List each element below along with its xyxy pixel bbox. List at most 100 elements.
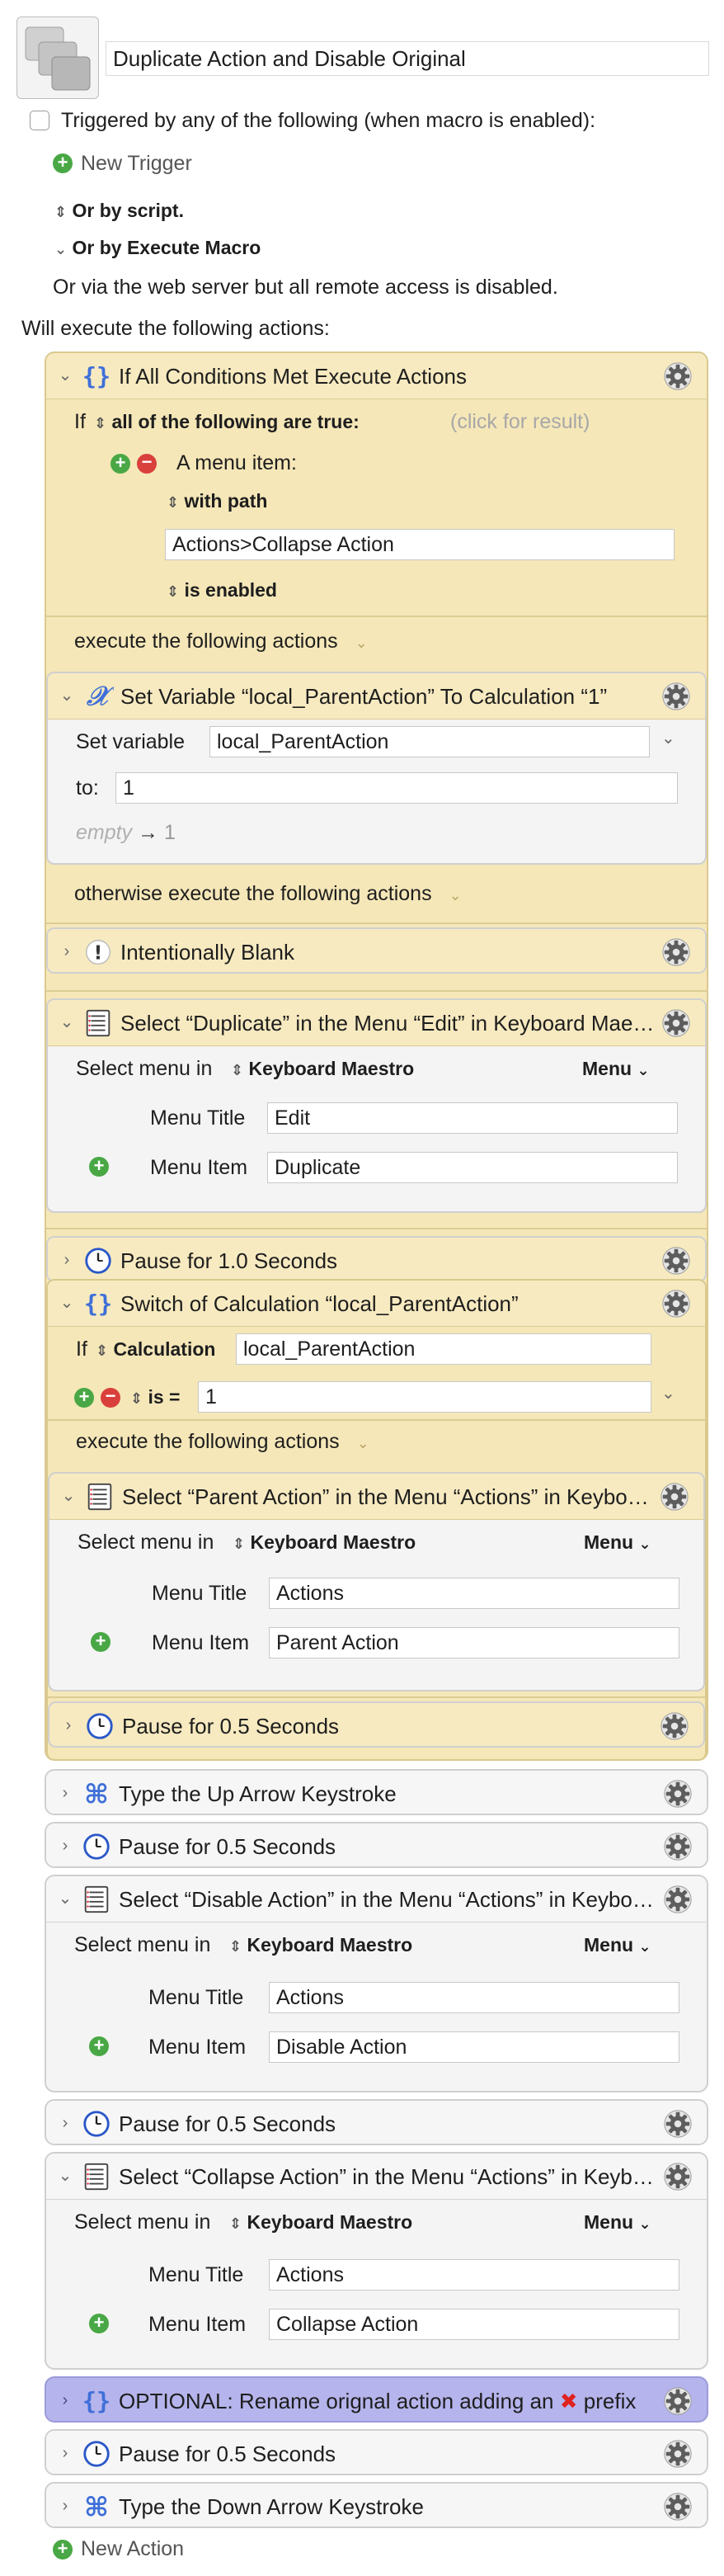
chevron-right-icon[interactable]: › [54,2442,76,2464]
app-popup[interactable]: ⇕ Keyboard Maestro [233,1530,416,1556]
gear-icon[interactable] [662,361,693,392]
add-condition-icon[interactable]: + [110,454,130,474]
macro-name-input[interactable]: Duplicate Action and Disable Original [106,41,709,76]
gear-icon[interactable] [661,1245,692,1276]
app-popup[interactable]: ⇕ Keyboard Maestro [231,1056,414,1083]
chevron-right-icon[interactable]: › [54,2495,76,2517]
click-for-result[interactable]: (click for result) [450,409,590,434]
gear-icon[interactable] [662,2108,693,2140]
calculation-input[interactable]: local_ParentAction [236,1333,651,1365]
menu-item-input[interactable]: Parent Action [269,1627,679,1658]
gear-icon[interactable] [662,1884,693,1915]
pause-header[interactable]: › Pause for 0.5 Seconds [46,1823,707,1866]
select-parent-header[interactable]: ⌄ Select “Parent Action” in the Menu “Ac… [49,1474,703,1520]
type-up-action[interactable]: › Type the Up Arrow Keystroke [45,1769,708,1815]
new-action-add-icon[interactable]: + [53,2540,73,2559]
new-trigger-add-icon[interactable]: + [53,153,73,173]
optional-header[interactable]: › OPTIONAL: Rename orignal action adding… [46,2378,707,2423]
intentionally-blank-action[interactable]: › Intentionally Blank [46,927,707,974]
pause-1-action[interactable]: › Pause for 1.0 Seconds [46,1236,707,1282]
is-equal-popup[interactable]: ⇕ is = [130,1385,181,1411]
gear-icon[interactable] [661,1007,692,1039]
add-case-icon[interactable]: + [74,1388,94,1408]
optional-rename-action[interactable]: › OPTIONAL: Rename orignal action adding… [45,2376,708,2423]
pause-header[interactable]: › Pause for 0.5 Seconds [46,2101,707,2144]
gear-icon[interactable] [662,2438,693,2470]
chevron-right-icon[interactable]: › [56,1249,78,1271]
chevron-down-icon[interactable]: ⌄ [54,2165,76,2187]
menu-popup[interactable]: Menu ⌄ [584,2210,651,2236]
pause-2-action[interactable]: › Pause for 0.5 Seconds [48,1701,705,1748]
chevron-down-icon[interactable]: ⌄ [58,1485,79,1507]
all-true-popup[interactable]: ⇕ all of the following are true: [94,409,360,436]
execute-following-label[interactable]: execute the following actions ⌄ [74,629,368,655]
menu-title-input[interactable]: Actions [269,1982,679,2013]
switch-header[interactable]: ⌄ Switch of Calculation “local_ParentAct… [48,1281,705,1327]
pause-header[interactable]: › Pause for 1.0 Seconds [48,1238,705,1281]
or-by-script-popup[interactable]: ⇕ Or by script. [54,198,184,224]
chevron-right-icon[interactable]: › [54,1835,76,1857]
add-menu-item-icon[interactable]: + [89,2036,109,2056]
if-all-header[interactable]: ⌄ If All Conditions Met Execute Actions [46,353,707,399]
menu-title-input[interactable]: Edit [267,1102,678,1134]
select-collapse-header[interactable]: ⌄ Select “Collapse Action” in the Menu “… [46,2154,707,2200]
to-value-input[interactable]: 1 [115,772,678,804]
new-trigger-button[interactable]: New Trigger [81,151,192,176]
chevron-down-icon[interactable]: ⌄ [54,365,76,386]
select-duplicate-header[interactable]: ⌄ Select “Duplicate” in the Menu “Edit” … [48,1000,705,1046]
execute-following-label[interactable]: execute the following actions ⌄ [76,1429,369,1455]
chevron-down-icon[interactable]: ⌄ [56,1292,78,1314]
calculation-popup[interactable]: ⇕ Calculation [96,1337,215,1363]
menu-title-input[interactable]: Actions [269,2259,679,2291]
select-duplicate-action[interactable]: ⌄ Select “Duplicate” in the Menu “Edit” … [46,998,707,1213]
select-disable-header[interactable]: ⌄ Select “Disable Action” in the Menu “A… [46,1876,707,1923]
pause-header[interactable]: › Pause for 0.5 Seconds [46,2431,707,2474]
blank-header[interactable]: › Intentionally Blank [48,929,705,972]
pause-3-action[interactable]: › Pause for 0.5 Seconds [45,1822,708,1868]
pause-5-action[interactable]: › Pause for 0.5 Seconds [45,2429,708,2475]
app-popup[interactable]: ⇕ Keyboard Maestro [229,2210,412,2236]
gear-icon[interactable] [662,2491,693,2522]
new-action-button[interactable]: New Action [81,2536,184,2561]
is-enabled-popup[interactable]: ⇕ is enabled [167,578,277,604]
switch-action[interactable]: ⌄ Switch of Calculation “local_ParentAct… [46,1279,707,1759]
with-path-popup[interactable]: ⇕ with path [167,488,267,515]
or-by-execute-disclosure[interactable]: ⌄ Or by Execute Macro [54,235,261,262]
type-down-action[interactable]: › Type the Down Arrow Keystroke [45,2482,708,2528]
menu-popup[interactable]: Menu ⌄ [582,1056,650,1083]
macro-icon[interactable] [16,17,99,99]
chevron-right-icon[interactable]: › [54,1782,76,1804]
gear-icon[interactable] [662,2385,693,2417]
type-up-header[interactable]: › Type the Up Arrow Keystroke [46,1771,707,1814]
chevron-down-icon[interactable]: ⌄ [56,685,78,706]
chevron-down-icon[interactable]: ⌄ [661,1383,675,1404]
chevron-down-icon[interactable]: ⌄ [54,1888,76,1909]
select-collapse-action[interactable]: ⌄ Select “Collapse Action” in the Menu “… [45,2152,708,2370]
chevron-right-icon[interactable]: › [54,2112,76,2134]
add-menu-item-icon[interactable]: + [91,1632,110,1652]
gear-icon[interactable] [662,1831,693,1862]
menu-item-input[interactable]: Disable Action [269,2031,679,2063]
add-menu-item-icon[interactable]: + [89,1157,109,1177]
remove-case-icon[interactable]: − [101,1387,120,1408]
triggered-checkbox[interactable] [30,111,49,130]
menu-title-input[interactable]: Actions [269,1578,679,1609]
remove-condition-icon[interactable]: − [137,453,157,474]
menu-item-input[interactable]: Collapse Action [269,2309,679,2340]
add-menu-item-icon[interactable]: + [89,2314,109,2333]
chevron-right-icon[interactable]: › [58,1715,79,1736]
select-disable-action[interactable]: ⌄ Select “Disable Action” in the Menu “A… [45,1875,708,2092]
path-input[interactable]: Actions>Collapse Action [165,529,675,560]
gear-icon[interactable] [662,2161,693,2192]
chevron-down-icon[interactable]: ⌄ [56,1012,78,1033]
gear-icon[interactable] [659,1710,690,1742]
chevron-right-icon[interactable]: › [54,2390,76,2411]
pause-4-action[interactable]: › Pause for 0.5 Seconds [45,2099,708,2145]
app-popup[interactable]: ⇕ Keyboard Maestro [229,1932,412,1959]
if-all-conditions-action[interactable]: ⌄ If All Conditions Met Execute Actions … [45,351,708,1761]
pause-header[interactable]: › Pause for 0.5 Seconds [49,1703,703,1746]
case-value-input[interactable]: 1 [198,1381,651,1413]
menu-popup[interactable]: Menu ⌄ [584,1530,651,1556]
set-variable-header[interactable]: ⌄ Set Variable “local_ParentAction” To C… [48,673,705,719]
chevron-right-icon[interactable]: › [56,941,78,962]
